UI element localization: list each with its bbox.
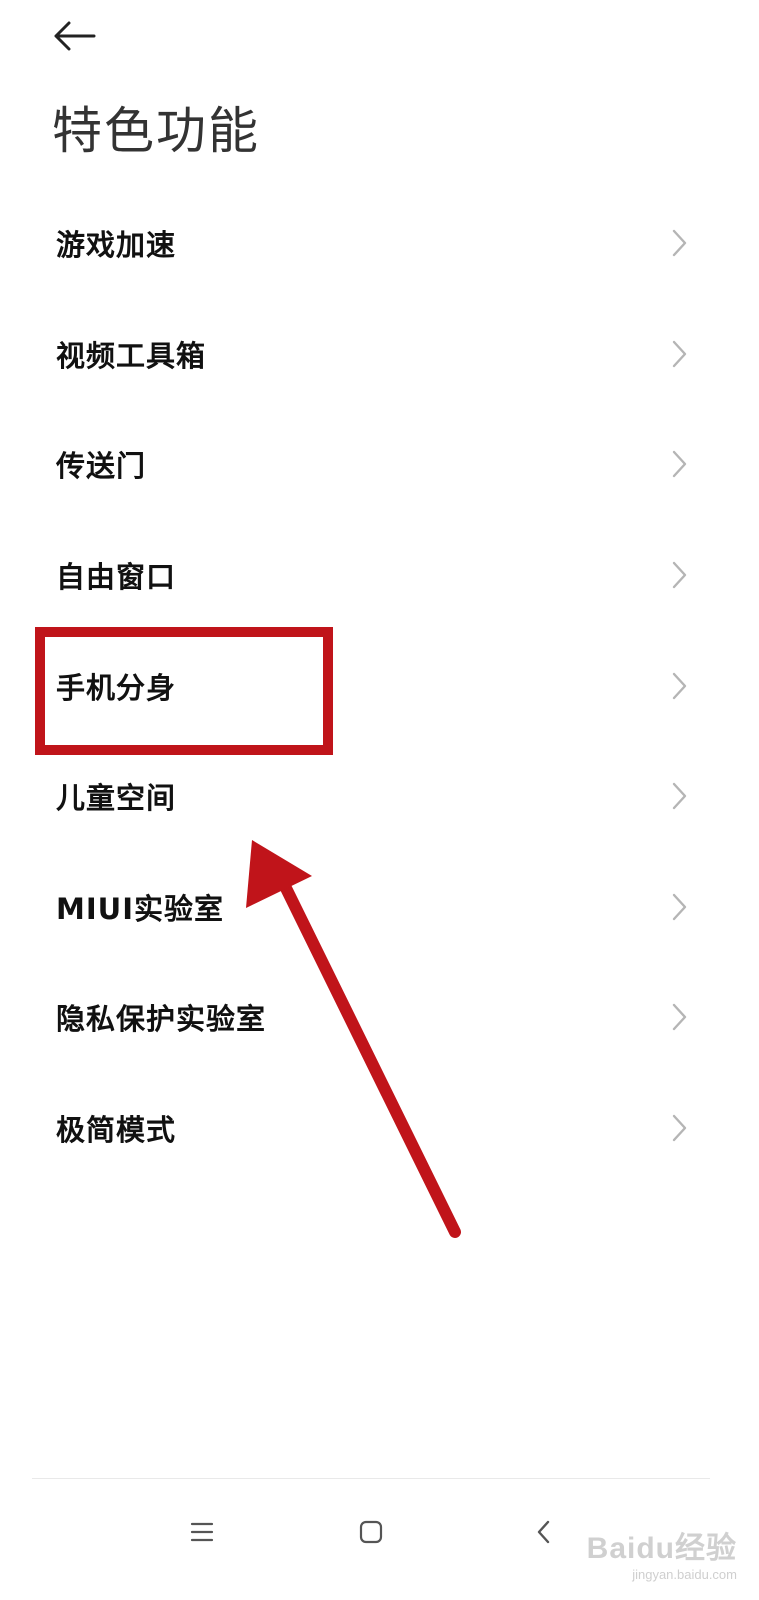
- menu-item-label: 极简模式: [56, 1113, 177, 1148]
- menu-item-kids-space[interactable]: 儿童空间: [0, 741, 759, 852]
- chevron-right-icon: [672, 451, 687, 478]
- recents-button[interactable]: [172, 1502, 232, 1562]
- menu-item-privacy-lab[interactable]: 隐私保护实验室: [0, 962, 759, 1073]
- menu-item-label: 视频工具箱: [56, 338, 207, 373]
- watermark-url: jingyan.baidu.com: [632, 1567, 737, 1582]
- chevron-right-icon: [672, 1114, 687, 1142]
- feature-menu-list: 游戏加速 视频工具箱 传送门 自由窗口 手机分身 儿童空间 MIUI实验室 隐私…: [0, 188, 759, 1183]
- chevron-right-icon: [672, 561, 687, 589]
- chevron-right-icon: [672, 340, 687, 368]
- menu-item-label: 游戏加速: [56, 228, 177, 263]
- menu-item-second-space[interactable]: 手机分身: [0, 630, 759, 741]
- menu-item-label: 儿童空间: [56, 781, 177, 816]
- menu-item-portal[interactable]: 传送门: [0, 409, 759, 520]
- nav-divider: [32, 1478, 710, 1479]
- watermark-brand: Baidu经验: [586, 1532, 737, 1565]
- chevron-right-icon: [672, 783, 687, 810]
- menu-item-game-turbo[interactable]: 游戏加速: [0, 188, 759, 299]
- back-chevron-icon: [537, 1520, 550, 1544]
- back-nav-button[interactable]: [514, 1502, 574, 1562]
- back-button[interactable]: [52, 12, 108, 60]
- watermark: Baidu经验 jingyan.baidu.com: [587, 1523, 737, 1582]
- navigation-bar: Baidu经验 jingyan.baidu.com: [0, 1480, 759, 1600]
- menu-item-label: 隐私保护实验室: [56, 1002, 267, 1037]
- menu-item-video-toolbox[interactable]: 视频工具箱: [0, 299, 759, 410]
- home-button[interactable]: [341, 1502, 401, 1562]
- menu-item-label: 传送门: [56, 449, 147, 484]
- chevron-right-icon: [672, 672, 687, 699]
- home-square-icon: [359, 1520, 383, 1544]
- menu-item-miui-lab[interactable]: MIUI实验室: [0, 852, 759, 963]
- chevron-right-icon: [672, 1004, 687, 1031]
- menu-item-label: 手机分身: [56, 670, 177, 705]
- menu-item-label: MIUI实验室: [56, 891, 224, 926]
- menu-item-label: 自由窗口: [56, 560, 177, 595]
- menu-item-floating-window[interactable]: 自由窗口: [0, 520, 759, 631]
- page-title: 特色功能: [52, 102, 260, 160]
- chevron-right-icon: [672, 230, 687, 257]
- chevron-right-icon: [672, 893, 687, 921]
- arrow-left-icon: [54, 21, 96, 51]
- menu-item-simple-mode[interactable]: 极简模式: [0, 1073, 759, 1184]
- menu-icon: [190, 1522, 214, 1542]
